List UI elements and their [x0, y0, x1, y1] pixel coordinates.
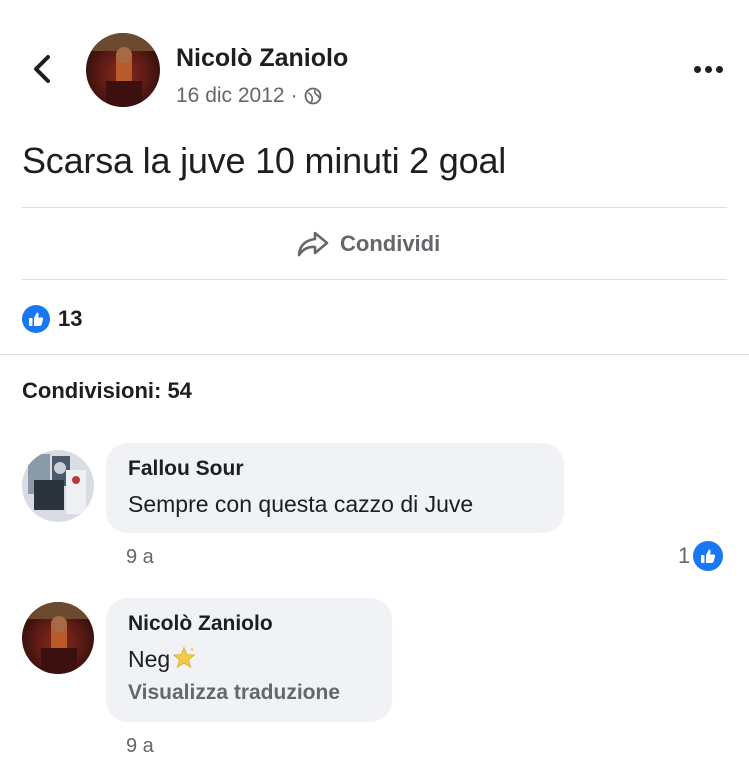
- see-translation-link[interactable]: Visualizza traduzione: [128, 681, 370, 705]
- like-icon: [22, 305, 50, 333]
- comment-reaction-count: 1: [678, 543, 691, 568]
- author-avatar[interactable]: [86, 33, 160, 107]
- post-header: Nicolò Zaniolo 16 dic 2012 ·: [0, 0, 749, 130]
- commenter-avatar[interactable]: [22, 450, 94, 522]
- shares-count[interactable]: Condivisioni: 54: [22, 378, 192, 404]
- comment-bubble: Fallou Sour Sempre con questa cazzo di J…: [106, 443, 564, 533]
- comment-text-line: Neg: [128, 646, 370, 673]
- comment-time: 9 a: [126, 546, 154, 568]
- chevron-left-icon: [34, 55, 50, 83]
- divider: [22, 207, 727, 208]
- reactions-summary[interactable]: 13: [22, 305, 82, 333]
- author-name[interactable]: Nicolò Zaniolo: [176, 44, 348, 73]
- comment-author[interactable]: Fallou Sour: [128, 457, 542, 481]
- comment-time: 9 a: [126, 735, 154, 757]
- post-meta: 16 dic 2012 ·: [176, 84, 322, 108]
- star-emoji-icon: [172, 646, 196, 669]
- comment-bubble: Nicolò Zaniolo Neg Visualizza traduzione: [106, 598, 392, 722]
- post-text: Scarsa la juve 10 minuti 2 goal: [22, 140, 507, 181]
- comment-author[interactable]: Nicolò Zaniolo: [128, 612, 370, 636]
- back-button[interactable]: [28, 52, 58, 86]
- share-button[interactable]: Condividi: [296, 226, 440, 262]
- likes-count: 13: [58, 306, 83, 331]
- more-dot: [704, 65, 712, 73]
- commenter-avatar[interactable]: [22, 602, 94, 674]
- share-label: Condividi: [340, 231, 441, 256]
- divider: [0, 354, 749, 355]
- comment-text: Sempre con questa cazzo di Juve: [128, 491, 474, 517]
- more-options-button[interactable]: [688, 54, 728, 84]
- share-arrow-icon: [297, 231, 329, 257]
- comment-reactions[interactable]: 1: [678, 541, 724, 571]
- more-dot: [693, 65, 701, 73]
- more-dot: [715, 65, 723, 73]
- divider: [22, 279, 727, 280]
- comment-text: Neg: [128, 646, 171, 672]
- like-icon: [693, 541, 724, 571]
- meta-separator: ·: [290, 84, 298, 107]
- post-date[interactable]: 16 dic 2012: [176, 84, 285, 108]
- globe-icon: [304, 87, 322, 105]
